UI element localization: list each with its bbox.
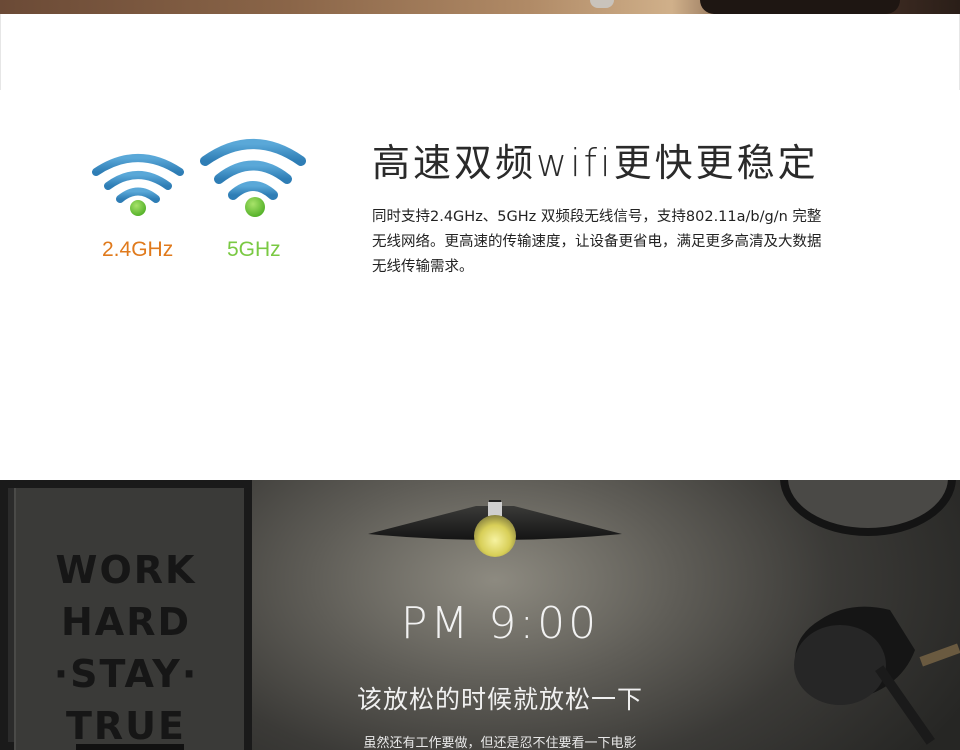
description-line: 同时支持2.4GHz、5GHz 双频段无线信号，支持802.11a/b/g/n …	[372, 209, 822, 225]
band-5ghz-label: 5GHz	[227, 238, 281, 261]
scene-subtitle: 该放松的时候就放松一下	[356, 685, 643, 714]
evening-scene-banner: WORK HARD ·STAY· TRUE PM 9:00 该放松的时候就放松一…	[0, 480, 960, 750]
top-photo-strip	[0, 0, 960, 14]
top-strip-dark-object	[700, 0, 900, 14]
poster-line: WORK	[55, 548, 197, 592]
scene-caption: 虽然还有工作要做，但还是忍不住要看一下电影	[363, 736, 637, 750]
left-guide-line	[0, 14, 1, 90]
description-line: 无线网络。更高速的传输速度，让设备更省电，满足更多高清及大数据	[372, 234, 822, 250]
band-24ghz-label: 2.4GHz	[102, 238, 174, 261]
time-display: PM 9:00	[400, 598, 600, 649]
light-bulb-icon	[474, 502, 516, 557]
wifi-24ghz-icon	[92, 150, 184, 220]
wifi-5ghz-icon	[200, 135, 306, 221]
section-description: 同时支持2.4GHz、5GHz 双频段无线信号，支持802.11a/b/g/n …	[372, 205, 892, 280]
wall-clock-edge	[780, 480, 956, 536]
top-strip-light	[590, 0, 614, 8]
description-line: 无线传输需求。	[372, 259, 474, 275]
section-heading: 高速双频wifi更快更稳定	[372, 141, 819, 185]
